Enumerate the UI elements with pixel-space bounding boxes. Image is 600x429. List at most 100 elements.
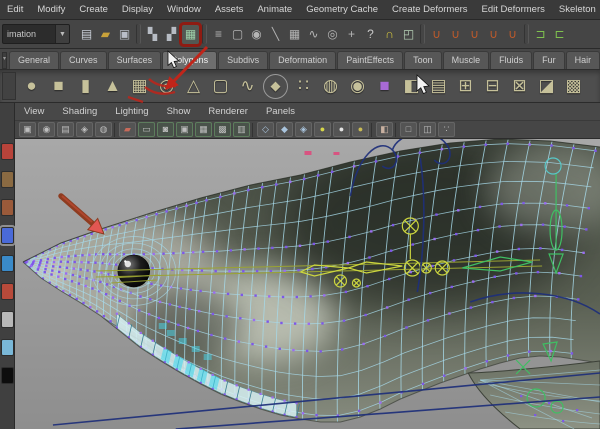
shelf-tab[interactable]: Fur xyxy=(533,51,565,69)
textured-light-icon[interactable]: ● xyxy=(352,122,369,137)
smooth-mesh-icon[interactable]: ◍ xyxy=(317,72,344,100)
poly-sphere-icon[interactable]: ● xyxy=(18,72,45,100)
shaded-mode-icon[interactable]: ◆ xyxy=(276,122,293,137)
poly-platonic-icon[interactable]: ◆ xyxy=(263,73,288,99)
textured-mode-icon[interactable]: ◈ xyxy=(295,122,312,137)
safe-title-icon[interactable]: ▥ xyxy=(233,122,250,137)
boolean-icon[interactable]: ⊠ xyxy=(506,72,533,100)
wireframe-mode-icon[interactable]: ◇ xyxy=(257,122,274,137)
panel-menu-item[interactable]: Shading xyxy=(53,106,106,117)
safe-action-icon[interactable]: ▩ xyxy=(214,122,231,137)
combine-icon[interactable]: ◧ xyxy=(398,72,425,100)
camera-select-icon[interactable]: ▣ xyxy=(19,122,36,137)
bridge-icon[interactable]: ⊟ xyxy=(479,72,506,100)
all-lights-on-icon[interactable]: ● xyxy=(333,122,350,137)
snap-point-icon[interactable]: ∪ xyxy=(466,25,483,44)
select-component-type-icon[interactable]: ▦ xyxy=(182,24,199,44)
camera-attrs-icon[interactable]: ▤ xyxy=(57,122,74,137)
save-scene-icon[interactable]: ▣ xyxy=(116,25,133,44)
rotate-tool[interactable] xyxy=(0,255,14,272)
shelf-tab[interactable]: Fluids xyxy=(490,51,533,69)
menu-item[interactable]: Create Deformers xyxy=(385,4,475,15)
select-hierarchy-icon[interactable]: ▚ xyxy=(144,25,161,44)
xray-mode-icon[interactable]: □ xyxy=(400,122,417,137)
scale-tool[interactable] xyxy=(0,283,14,300)
shelf-tab-scroll-button[interactable]: ▾ xyxy=(2,52,8,69)
shelf-tab[interactable]: Muscle xyxy=(442,51,490,69)
universal-manipulator-tool[interactable] xyxy=(0,311,14,328)
default-material-icon[interactable]: ∵ xyxy=(438,122,455,137)
menu-item[interactable]: Modify xyxy=(30,4,72,15)
wireframe-on-shaded-icon[interactable]: ◫ xyxy=(419,122,436,137)
poly-cone-icon[interactable]: ▲ xyxy=(99,72,126,100)
poly-dice-icon[interactable]: ∷ xyxy=(290,72,317,100)
panel-menu-item[interactable]: Show xyxy=(158,106,200,117)
poly-plane-icon[interactable]: ▦ xyxy=(126,72,153,100)
shelf-tab[interactable]: Deformation xyxy=(269,51,337,69)
snap-surface-icon[interactable]: ∪ xyxy=(504,25,521,44)
snap-curve-icon[interactable]: ∪ xyxy=(447,25,464,44)
gate-mask-icon[interactable]: ▣ xyxy=(176,122,193,137)
isolate-select-icon[interactable]: ◧ xyxy=(376,122,393,137)
shelf-tab[interactable]: General xyxy=(9,51,60,69)
mask-rendering-icon[interactable]: ◎ xyxy=(324,25,341,44)
poly-pipe-icon[interactable]: ▢ xyxy=(207,72,234,100)
menu-item[interactable]: Animate xyxy=(250,4,299,15)
chevron-down-icon[interactable]: ▼ xyxy=(55,25,69,43)
shelf-tab[interactable]: Toon xyxy=(404,51,442,69)
panel-menu-item[interactable]: Panels xyxy=(257,106,304,117)
field-chart-icon[interactable]: ▦ xyxy=(195,122,212,137)
shelf-tab[interactable]: Polygons xyxy=(162,51,218,69)
viewport-canvas[interactable] xyxy=(15,139,600,429)
bookmark-icon[interactable]: ◈ xyxy=(76,122,93,137)
mask-curves-icon[interactable]: ∿ xyxy=(305,25,322,44)
split-polygon-icon[interactable]: ▤ xyxy=(425,72,452,100)
lasso-tool[interactable] xyxy=(0,171,14,188)
help-mode-icon[interactable]: ? xyxy=(362,25,379,44)
shelf-handle[interactable] xyxy=(2,72,16,100)
multi-cut-icon[interactable]: ▩ xyxy=(560,72,587,100)
lock-selection-icon[interactable]: ∩ xyxy=(381,25,398,44)
shelf-tab[interactable]: Subdivs xyxy=(218,51,269,69)
viewport-3d[interactable] xyxy=(15,139,600,429)
use-default-light-icon[interactable]: ● xyxy=(314,122,331,137)
menu-item[interactable]: Assets xyxy=(208,4,251,15)
menu-item[interactable]: Window xyxy=(160,4,208,15)
film-gate-icon[interactable]: ▭ xyxy=(138,122,155,137)
move-tool[interactable] xyxy=(0,225,16,246)
output-connections-icon[interactable]: ⊏ xyxy=(551,25,568,44)
menu-set-dropdown[interactable]: imation ▼ xyxy=(2,24,70,44)
camera-lock-icon[interactable]: ◉ xyxy=(38,122,55,137)
select-tool[interactable] xyxy=(0,143,14,160)
panel-menu-item[interactable]: View xyxy=(15,106,53,117)
panel-menu-item[interactable]: Renderer xyxy=(199,106,257,117)
shelf-tab[interactable]: Surfaces xyxy=(107,51,162,69)
image-plane-icon[interactable]: ◍ xyxy=(95,122,112,137)
smooth-preview-icon[interactable]: ◉ xyxy=(344,72,371,100)
highlight-selection-icon[interactable]: ◰ xyxy=(400,25,417,44)
poly-helix-icon[interactable]: ∿ xyxy=(234,72,261,100)
mask-handles-icon[interactable]: ▢ xyxy=(229,25,246,44)
subdiv-proxy-icon[interactable]: ■ xyxy=(371,72,398,100)
bevel-icon[interactable]: ◪ xyxy=(533,72,560,100)
input-connections-icon[interactable]: ⊐ xyxy=(532,25,549,44)
new-scene-icon[interactable]: ▤ xyxy=(78,25,95,44)
mask-points-icon[interactable]: ◉ xyxy=(248,25,265,44)
panel-menu-item[interactable]: Lighting xyxy=(106,106,157,117)
soft-mod-tool[interactable] xyxy=(0,339,14,356)
select-object-type-icon[interactable]: ▞ xyxy=(163,25,180,44)
selection-mask-menu-icon[interactable]: ≡ xyxy=(210,25,227,44)
current-tool-slot[interactable] xyxy=(0,367,14,384)
shelf-tab[interactable]: Hair xyxy=(565,51,600,69)
snap-grid-icon[interactable]: ∪ xyxy=(428,25,445,44)
shelf-tab[interactable]: PaintEffects xyxy=(337,51,404,69)
paint-select-tool[interactable] xyxy=(0,199,14,216)
gate-colors-icon[interactable]: ▰ xyxy=(119,122,136,137)
extrude-icon[interactable]: ⊞ xyxy=(452,72,479,100)
menu-item[interactable]: Display xyxy=(115,4,160,15)
menu-item[interactable]: Create xyxy=(72,4,115,15)
resolution-gate-icon[interactable]: ◙ xyxy=(157,122,174,137)
menu-item[interactable]: Geometry Cache xyxy=(299,4,385,15)
poly-cube-icon[interactable]: ■ xyxy=(45,72,72,100)
snap-view-plane-icon[interactable]: ∪ xyxy=(485,25,502,44)
